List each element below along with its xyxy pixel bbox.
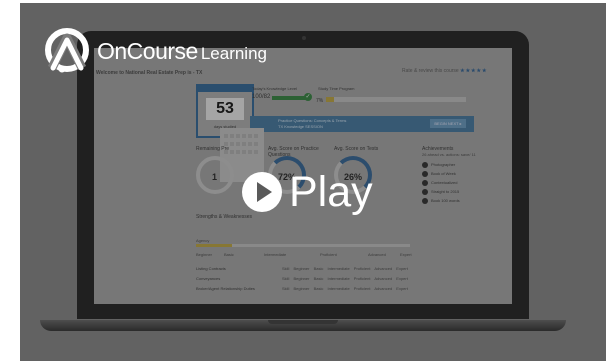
brand-name: OnCourse	[97, 38, 198, 64]
oncourse-logo-icon	[45, 28, 89, 73]
play-button-label[interactable]: Play	[289, 167, 373, 217]
brand-wordmark: OnCourse Learning	[97, 38, 267, 65]
brand-suffix: Learning	[200, 44, 267, 63]
video-player[interactable]: Welcome to National Real Estate Prep is …	[0, 0, 606, 364]
play-icon[interactable]	[241, 171, 283, 213]
